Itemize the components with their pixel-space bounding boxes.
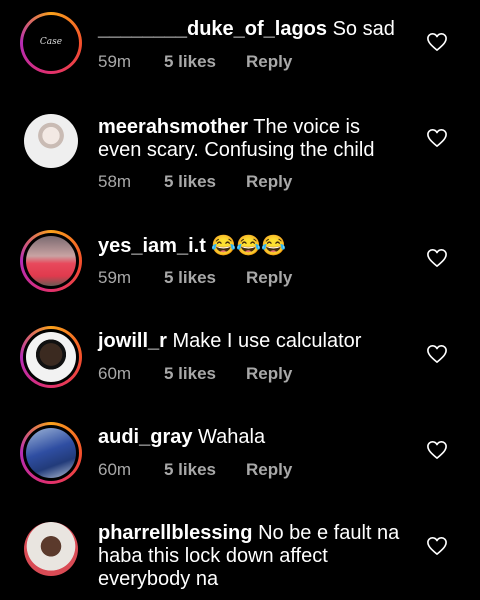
comment-username[interactable]: meerahsmother	[98, 116, 248, 138]
reply-button[interactable]: Reply	[246, 460, 292, 480]
comment-text: Wahala	[198, 426, 266, 448]
heart-outline-icon[interactable]	[426, 344, 448, 364]
avatar[interactable]	[20, 230, 82, 292]
comment-text-block: meerahsmother The voice is even scary. C…	[98, 116, 408, 162]
comment-time: 58m	[98, 172, 132, 191]
comment-time: 59m	[98, 268, 132, 287]
comment-text-block: ________duke_of_lagos So sad	[98, 18, 408, 41]
comment-likes[interactable]: 5 likes	[164, 460, 246, 480]
reply-button[interactable]: Reply	[246, 364, 292, 384]
comment-likes[interactable]: 5 likes	[164, 172, 246, 192]
avatar[interactable]: Case	[20, 12, 82, 74]
comment-meta: 60m 5 likes Reply	[98, 364, 292, 384]
comment-likes[interactable]: 5 likes	[164, 364, 246, 384]
heart-outline-icon[interactable]	[426, 32, 448, 52]
comment-text-block: jowill_r Make I use calculator	[98, 330, 408, 353]
comment-username[interactable]: jowill_r	[98, 330, 167, 352]
avatar[interactable]	[20, 422, 82, 484]
reply-button[interactable]: Reply	[246, 268, 292, 288]
heart-outline-icon[interactable]	[426, 128, 448, 148]
comment-text: 😂😂😂	[211, 235, 287, 257]
heart-outline-icon[interactable]	[426, 248, 448, 268]
reply-button[interactable]: Reply	[246, 172, 292, 192]
comment-meta: 60m 5 likes Reply	[98, 460, 292, 480]
avatar[interactable]	[20, 518, 82, 580]
reply-button[interactable]: Reply	[246, 52, 292, 72]
comment-likes[interactable]: 5 likes	[164, 52, 246, 72]
comment-username[interactable]: audi_gray	[98, 426, 192, 448]
comment-time: 60m	[98, 460, 132, 479]
comment-text: So sad	[332, 18, 395, 40]
comment-text: Make I use calculator	[172, 330, 362, 352]
comment-meta: 58m 5 likes Reply	[98, 172, 292, 192]
comment-time: 59m	[98, 52, 132, 71]
avatar[interactable]	[20, 110, 82, 172]
comment-username[interactable]: yes_iam_i.t	[98, 235, 206, 257]
avatar[interactable]	[20, 326, 82, 388]
comment-text-block: audi_gray Wahala	[98, 426, 408, 449]
heart-outline-icon[interactable]	[426, 536, 448, 556]
comment-username[interactable]: ________duke_of_lagos	[98, 18, 327, 40]
avatar-logo-text: Case	[39, 37, 63, 47]
comment-text-block: pharrellblessing No be e fault na haba t…	[98, 522, 408, 591]
comment-likes[interactable]: 5 likes	[164, 268, 246, 288]
comment-username[interactable]: pharrellblessing	[98, 522, 253, 544]
heart-outline-icon[interactable]	[426, 440, 448, 460]
comment-time: 60m	[98, 364, 132, 383]
comment-meta: 59m 5 likes Reply	[98, 268, 292, 288]
comment-meta: 59m 5 likes Reply	[98, 52, 292, 72]
comment-text-block: yes_iam_i.t 😂😂😂	[98, 235, 408, 258]
